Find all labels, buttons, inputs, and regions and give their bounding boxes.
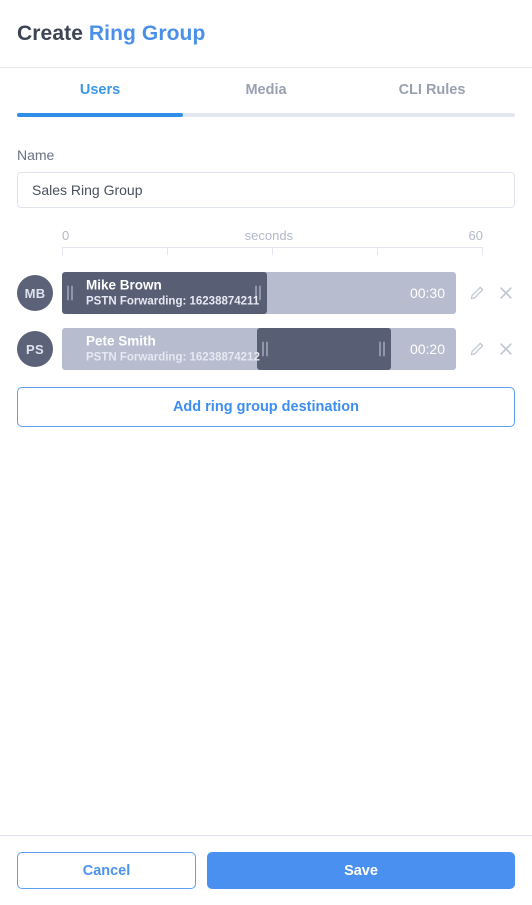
avatar: MB (17, 275, 53, 311)
destination-duration: 00:20 (409, 341, 445, 357)
avatar: PS (17, 331, 53, 367)
page-title-accent: Ring Group (88, 21, 206, 45)
segment-handle-right[interactable] (378, 341, 387, 357)
panel-body: Name 0 seconds 60 MB (0, 125, 532, 835)
add-ring-group-destination-button[interactable]: Add ring group destination (17, 387, 515, 427)
ruler-tick (62, 248, 167, 255)
panel-header: Create Ring Group (0, 0, 532, 68)
ruler-tick (272, 248, 377, 255)
tab-rail (17, 113, 515, 117)
ruler-tick (482, 248, 483, 255)
name-label: Name (17, 147, 55, 163)
create-ring-group-panel: Create Ring Group Users Media CLI Rules … (0, 0, 532, 905)
pencil-icon[interactable] (468, 340, 486, 358)
ruler-unit-label: seconds (244, 227, 294, 243)
ring-timeline-track[interactable]: Pete Smith PSTN Forwarding: 16238874212 … (62, 328, 456, 370)
pencil-icon[interactable] (468, 284, 486, 302)
ruler-tick (377, 248, 482, 255)
destination-row: PS Pete Smith PSTN Forwarding: 162388742… (17, 328, 515, 370)
close-icon[interactable] (497, 340, 515, 358)
ruler-max-label: 60 (468, 227, 483, 243)
ring-timeline-segment[interactable] (257, 328, 391, 370)
row-actions (468, 284, 515, 302)
destination-name: Pete Smith (86, 333, 156, 349)
destination-duration: 00:30 (409, 285, 445, 301)
panel-footer: Cancel Save (0, 835, 532, 905)
row-actions (468, 340, 515, 358)
page-title: Create Ring Group (17, 22, 205, 46)
destination-list: MB Mike Brown PSTN Forwarding: 162388742… (17, 272, 515, 370)
ring-timeline-track[interactable]: Mike Brown PSTN Forwarding: 16238874211 … (62, 272, 456, 314)
name-input[interactable] (17, 172, 515, 208)
tab-active-indicator (17, 113, 183, 117)
segment-handle-left[interactable] (261, 341, 270, 357)
tab-bar: Users Media CLI Rules (0, 68, 532, 125)
ruler-min-label: 0 (62, 227, 70, 243)
cancel-button[interactable]: Cancel (17, 852, 196, 889)
timeline-ruler: 0 seconds 60 (17, 226, 515, 258)
close-icon[interactable] (497, 284, 515, 302)
page-title-prefix: Create (17, 21, 83, 45)
ruler-tick (167, 248, 272, 255)
ring-timeline-segment[interactable] (62, 272, 267, 314)
segment-handle-right[interactable] (254, 285, 263, 301)
ruler-labels: 0 seconds 60 (62, 226, 483, 244)
destination-info: Pete Smith PSTN Forwarding: 16238874212 (86, 333, 260, 364)
segment-handle-left[interactable] (66, 285, 75, 301)
destination-detail: PSTN Forwarding: 16238874212 (86, 351, 260, 364)
destination-row: MB Mike Brown PSTN Forwarding: 162388742… (17, 272, 515, 314)
ruler-ticks (62, 247, 483, 257)
save-button[interactable]: Save (207, 852, 515, 889)
